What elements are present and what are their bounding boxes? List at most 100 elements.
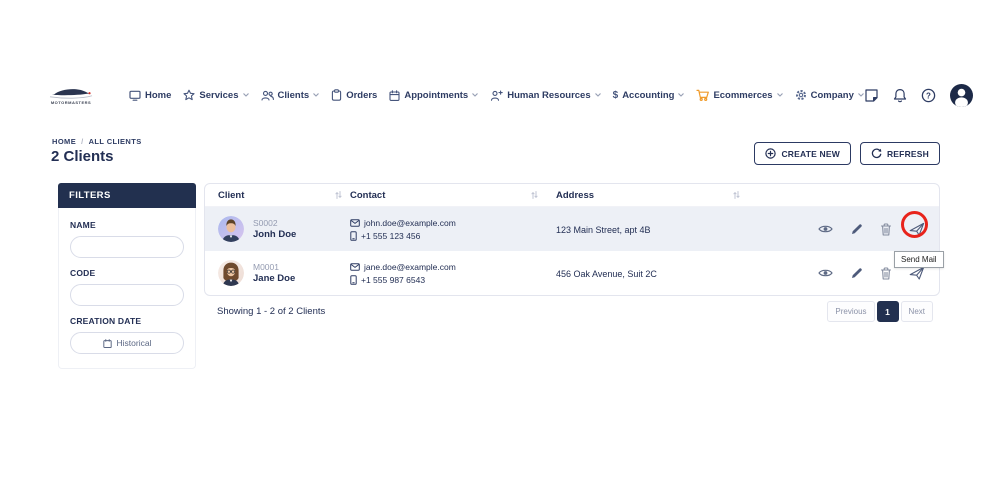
filters-body: NAME CODE CREATION DATE Historical <box>58 208 196 369</box>
column-label: Client <box>218 190 244 201</box>
breadcrumb-all-clients: ALL CLIENTS <box>89 137 142 146</box>
nav-clients[interactable]: Clients <box>261 90 320 101</box>
send-mail-button[interactable] <box>909 266 925 280</box>
code-filter-input[interactable] <box>70 284 184 306</box>
chevron-down-icon <box>243 93 249 97</box>
view-button[interactable] <box>818 224 833 234</box>
nav-accounting[interactable]: $ Accounting <box>613 90 685 101</box>
pencil-icon <box>850 223 863 236</box>
code-filter-label: CODE <box>70 268 184 278</box>
send-mail-button[interactable] <box>909 222 925 236</box>
client-code: S0002 <box>253 218 296 229</box>
help-button[interactable]: ? <box>921 88 936 103</box>
filters-title: FILTERS <box>58 183 196 208</box>
brand-logo[interactable]: MOTORMASTERS <box>48 86 94 105</box>
eye-icon <box>818 224 833 234</box>
pagination: Previous 1 Next <box>827 301 933 322</box>
client-cell: M0001 Jane Doe <box>205 260 350 286</box>
table-row[interactable]: S0002 Jonh Doe john.doe@example.com +1 5… <box>205 207 939 251</box>
profile-button[interactable] <box>950 84 973 107</box>
delete-button[interactable] <box>880 223 892 236</box>
refresh-icon <box>871 148 882 159</box>
nav-company[interactable]: Company <box>795 89 864 101</box>
email-line: john.doe@example.com <box>350 218 546 228</box>
client-phone: +1 555 123 456 <box>361 231 420 241</box>
sort-icon <box>531 190 538 200</box>
page-toolbar: CREATE NEW REFRESH <box>754 142 940 165</box>
nav-orders[interactable]: Orders <box>331 89 377 101</box>
column-header-contact: Contact <box>350 190 546 201</box>
clipboard-icon <box>331 89 342 101</box>
clients-table: Client Contact Address <box>204 183 940 296</box>
create-new-button[interactable]: CREATE NEW <box>754 142 851 165</box>
breadcrumb-home[interactable]: HOME <box>52 137 76 146</box>
trash-icon <box>880 267 892 280</box>
cart-icon <box>696 89 709 101</box>
delete-button[interactable] <box>880 267 892 280</box>
nav-label: Appointments <box>404 90 468 101</box>
filters-panel: FILTERS NAME CODE CREATION DATE Historic… <box>58 183 196 369</box>
chevron-down-icon <box>313 93 319 97</box>
sort-address-button[interactable] <box>733 190 740 200</box>
phone-icon <box>350 275 357 285</box>
top-navbar: MOTORMASTERS Home Services Clients Or <box>48 80 946 110</box>
bell-icon <box>893 88 907 103</box>
previous-page-button[interactable]: Previous <box>827 301 874 322</box>
actions-cell <box>748 266 939 280</box>
calendar-icon <box>389 90 400 101</box>
phone-line: +1 555 123 456 <box>350 231 546 241</box>
column-header-client: Client <box>205 190 350 201</box>
trash-icon <box>880 223 892 236</box>
client-identity: M0001 Jane Doe <box>253 262 295 285</box>
user-avatar-icon <box>950 84 973 107</box>
brand-name: MOTORMASTERS <box>51 100 91 105</box>
nav-appointments[interactable]: Appointments <box>389 90 478 101</box>
sort-contact-button[interactable] <box>531 190 538 200</box>
contact-cell: john.doe@example.com +1 555 123 456 <box>350 218 546 241</box>
historical-label: Historical <box>117 338 152 348</box>
nav-label: Clients <box>278 90 310 101</box>
sort-client-button[interactable] <box>335 190 342 200</box>
column-label: Contact <box>350 190 385 201</box>
client-phone: +1 555 987 6543 <box>361 275 425 285</box>
main-nav: Home Services Clients Orders Appointment… <box>129 89 864 101</box>
send-mail-tooltip: Send Mail <box>894 251 944 268</box>
column-header-address: Address <box>546 190 748 201</box>
person-add-icon <box>490 90 503 101</box>
mail-icon <box>350 263 360 271</box>
nav-services[interactable]: Services <box>183 89 248 101</box>
client-name: Jonh Doe <box>253 229 296 241</box>
historical-date-button[interactable]: Historical <box>70 332 184 354</box>
table-row[interactable]: M0001 Jane Doe jane.doe@example.com +1 5… <box>205 251 939 295</box>
sort-icon <box>733 190 740 200</box>
creation-date-filter-label: CREATION DATE <box>70 316 184 326</box>
mail-icon <box>350 219 360 227</box>
table-header-row: Client Contact Address <box>205 184 939 207</box>
edit-button[interactable] <box>850 223 863 236</box>
view-button[interactable] <box>818 268 833 278</box>
star-icon <box>183 89 195 101</box>
monitor-icon <box>129 90 141 101</box>
chevron-down-icon <box>595 93 601 97</box>
nav-human-resources[interactable]: Human Resources <box>490 90 600 101</box>
nav-ecommerces[interactable]: Ecommerces <box>696 89 782 101</box>
address-cell: 456 Oak Avenue, Suit 2C <box>546 264 748 282</box>
current-page-button[interactable]: 1 <box>877 301 899 322</box>
notifications-button[interactable] <box>893 88 907 103</box>
nav-home[interactable]: Home <box>129 90 171 101</box>
client-email: john.doe@example.com <box>364 218 456 228</box>
client-avatar <box>218 216 244 242</box>
refresh-button[interactable]: REFRESH <box>860 142 940 165</box>
plus-circle-icon <box>765 148 776 159</box>
navbar-right: ? <box>864 84 973 107</box>
next-page-button[interactable]: Next <box>901 301 933 322</box>
app-canvas: MOTORMASTERS Home Services Clients Or <box>0 0 1000 500</box>
notes-button[interactable] <box>864 88 879 103</box>
name-filter-input[interactable] <box>70 236 184 258</box>
breadcrumb: HOME / ALL CLIENTS <box>52 137 142 146</box>
note-icon <box>864 88 879 103</box>
nav-label: Company <box>811 90 854 101</box>
edit-button[interactable] <box>850 267 863 280</box>
client-address: 456 Oak Avenue, Suit 2C <box>556 269 657 279</box>
client-name: Jane Doe <box>253 273 295 285</box>
